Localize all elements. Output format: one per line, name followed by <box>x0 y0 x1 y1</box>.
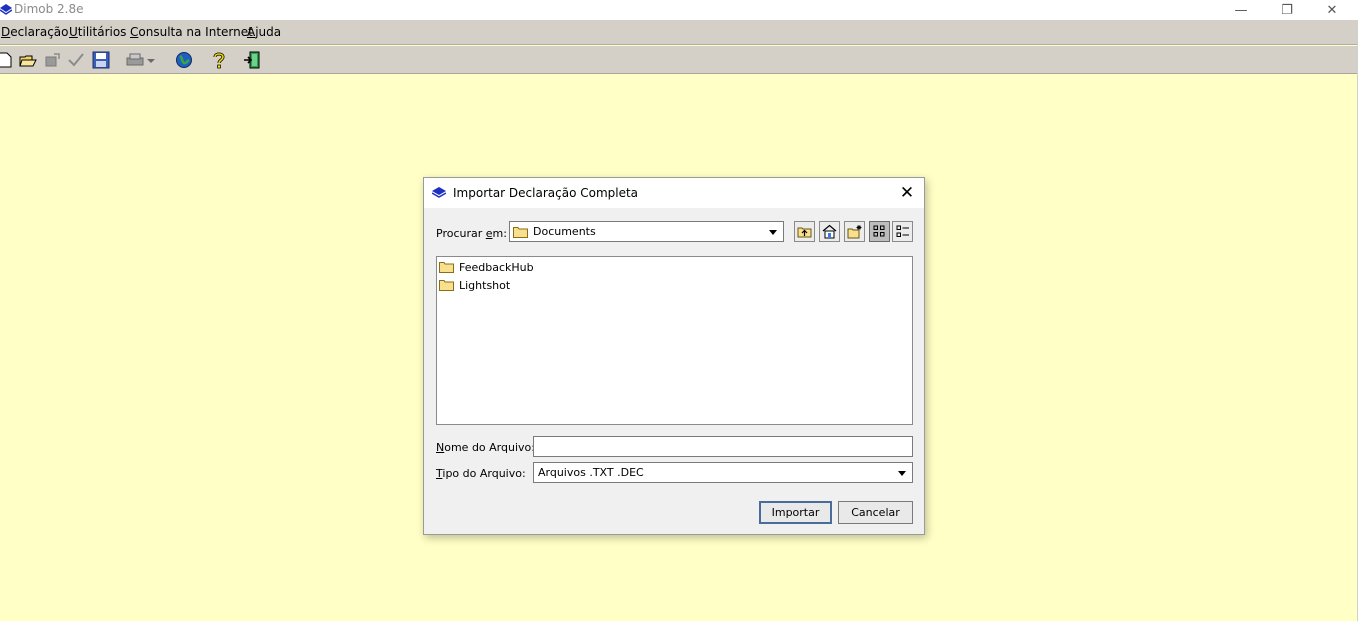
details-view-button[interactable] <box>892 221 913 242</box>
dimob-logo-icon <box>432 187 446 198</box>
menu-ajuda[interactable]: Ajuda <box>247 25 281 39</box>
dialog-title-bar: Importar Declaração Completa ✕ <box>424 178 924 208</box>
new-document-icon[interactable] <box>0 51 14 69</box>
home-button[interactable] <box>819 221 840 242</box>
home-icon <box>822 224 837 239</box>
menu-consulta-internet[interactable]: Consulta na Internet <box>130 25 253 39</box>
check-disabled-icon[interactable] <box>67 51 85 69</box>
folder-icon <box>439 262 454 273</box>
chevron-down-icon <box>898 471 906 476</box>
exit-icon[interactable] <box>243 51 261 69</box>
dialog-title: Importar Declaração Completa <box>453 186 639 200</box>
new-folder-icon <box>847 225 862 239</box>
filetype-value: Arquivos .TXT .DEC <box>538 466 644 479</box>
list-view-button[interactable] <box>869 221 890 242</box>
cancel-button[interactable]: Cancelar <box>838 501 913 524</box>
list-view-icon <box>873 225 885 237</box>
dialog-close-button[interactable]: ✕ <box>894 180 920 206</box>
toolbar <box>0 46 1357 74</box>
save-disk-icon[interactable] <box>92 51 110 69</box>
close-window-button[interactable]: ✕ <box>1309 0 1355 20</box>
print-icon[interactable] <box>125 51 157 69</box>
menu-declaracao[interactable]: Declaração <box>1 25 69 39</box>
window-right-edge <box>1357 20 1361 621</box>
menu-bar: Declaração Utilitários Consulta na Inter… <box>0 20 1357 45</box>
window-title-bar: Dimob 2.8e — ❐ ✕ <box>0 0 1361 20</box>
new-folder-button[interactable] <box>844 221 865 242</box>
details-view-icon <box>896 225 909 237</box>
filename-input[interactable] <box>533 436 913 457</box>
filetype-dropdown[interactable]: Arquivos .TXT .DEC <box>533 462 913 483</box>
menu-utilitarios[interactable]: Utilitários <box>69 25 126 39</box>
folder-icon <box>513 227 528 238</box>
import-button[interactable]: Importar <box>759 501 832 524</box>
look-in-dropdown[interactable]: Documents <box>509 221 784 242</box>
chevron-down-icon <box>769 230 777 235</box>
up-folder-icon <box>797 227 812 238</box>
up-folder-button[interactable] <box>794 221 815 242</box>
import-dialog: Importar Declaração Completa ✕ Procurar … <box>423 177 925 535</box>
filetype-label: Tipo do Arquivo: <box>436 467 526 480</box>
file-list[interactable]: FeedbackHub Lightshot <box>436 256 913 425</box>
restore-button[interactable]: ❐ <box>1264 0 1310 20</box>
help-icon[interactable] <box>210 51 228 69</box>
dimob-logo-icon <box>0 4 12 15</box>
list-item[interactable]: Lightshot <box>439 277 510 293</box>
list-item[interactable]: FeedbackHub <box>439 259 534 275</box>
window-title: Dimob 2.8e <box>14 2 84 16</box>
globe-icon[interactable] <box>175 51 193 69</box>
look-in-value: Documents <box>533 225 596 238</box>
file-name: Lightshot <box>459 278 511 292</box>
save-disabled-icon[interactable] <box>44 51 62 69</box>
look-in-label: Procurar em: <box>436 227 507 240</box>
file-name: FeedbackHub <box>459 260 534 274</box>
folder-icon <box>439 280 454 291</box>
minimize-button[interactable]: — <box>1218 0 1264 20</box>
filename-label: Nome do Arquivo: <box>436 441 535 454</box>
open-folder-icon[interactable] <box>19 51 37 69</box>
